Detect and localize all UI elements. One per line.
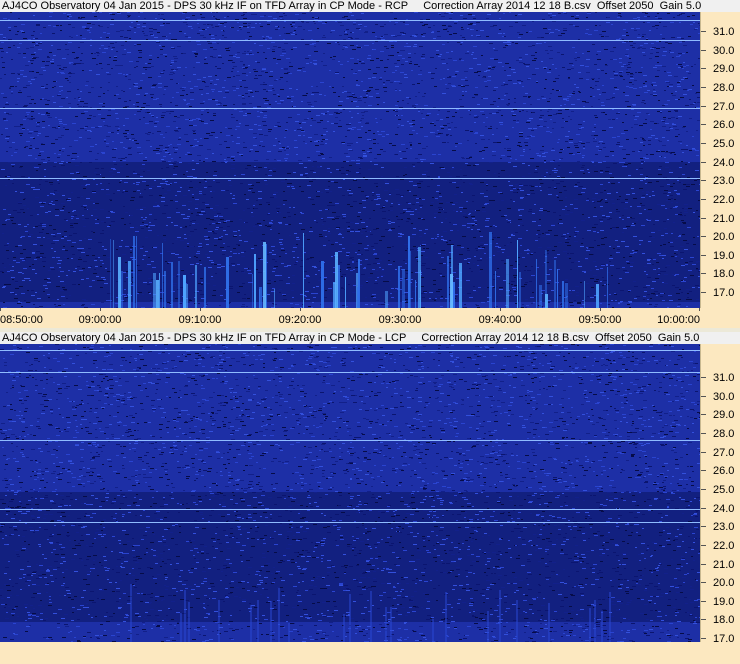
tick-mark [701,273,706,275]
time-tick-mark [300,308,301,311]
frequency-label: 30.0 [713,44,735,57]
interference-line [0,40,700,41]
interference-line [0,108,700,109]
tick-mark [701,638,706,640]
lcp-spectrogram [0,344,700,642]
tick-mark [701,31,706,32]
tick-mark [701,49,706,51]
time-label: 09:30:00 [378,314,422,326]
frequency-label: 29.0 [713,63,735,76]
frequency-label: 27.0 [713,446,735,459]
tick-mark [701,105,706,107]
lcp-title: AJ4CO Observatory 04 Jan 2015 - DPS 30 k… [0,332,740,344]
frequency-label: 25.0 [713,137,735,150]
tick-mark [701,180,706,182]
frequency-label: 23.0 [713,175,735,188]
tick-mark [701,432,706,434]
tick-mark [701,600,706,602]
frequency-label: 20.0 [713,577,735,590]
rcp-title: AJ4CO Observatory 04 Jan 2015 - DPS 30 k… [0,0,740,12]
frequency-label: 19.0 [713,249,735,262]
frequency-label: 24.0 [713,502,735,515]
frequency-label: 23.0 [713,521,735,534]
frequency-label: 18.0 [713,268,735,281]
rcp-frequency-axis: 31.0 30.0 29.0 28.0 27.0 26.0 25.0 24.0 23.0 22.0… [700,12,740,308]
frequency-label: 22.0 [713,193,735,206]
tick-mark [701,470,706,472]
lcp-panel: AJ4CO Observatory 04 Jan 2015 - DPS 30 k… [0,332,740,664]
frequency-label: 31.0 [713,26,735,38]
frequency-label: 30.0 [713,390,735,403]
time-label: 08:50:00 [0,314,43,326]
axis-corner-bottom [700,642,740,664]
time-label: 09:10:00 [178,314,222,326]
rcp-panel: AJ4CO Observatory 04 Jan 2015 - DPS 30 k… [0,0,740,330]
time-axis: 08:50:00 09:00:00 09:10:00 09:20:00 09:30:00… [0,308,700,328]
tick-mark [701,217,706,219]
tick-mark [701,619,706,621]
frequency-label: 21.0 [713,558,735,571]
frequency-label: 26.0 [713,465,735,478]
time-tick-mark [100,308,101,311]
time-tick-mark [600,308,601,311]
time-tick-mark [500,308,501,311]
tick-mark [701,254,706,256]
frequency-label: 27.0 [713,100,735,113]
tick-mark [701,142,706,144]
tick-mark [701,292,706,294]
tick-mark [701,377,706,378]
frequency-label: 17.0 [713,287,735,300]
frequency-label: 26.0 [713,119,735,132]
frequency-label: 18.0 [713,614,735,627]
frequency-label: 25.0 [713,483,735,496]
frequency-label: 20.0 [713,231,735,244]
frequency-label: 21.0 [713,212,735,225]
frequency-label: 29.0 [713,409,735,422]
time-label: 09:40:00 [478,314,522,326]
frequency-label: 19.0 [713,595,735,608]
lcp-bottom-strip [0,642,700,664]
tick-mark [701,414,706,416]
tick-mark [701,86,706,88]
tick-mark [701,582,706,584]
tick-mark [701,488,706,490]
frequency-label: 22.0 [713,539,735,552]
frequency-label: 24.0 [713,156,735,169]
tick-mark [701,544,706,546]
tick-mark [701,451,706,453]
frequency-label: 31.0 [713,372,735,384]
tick-mark [701,236,706,238]
interference-line [0,522,700,523]
interference-line [0,372,700,373]
interference-line [0,440,700,441]
axis-corner [700,308,740,328]
tick-mark [701,161,706,163]
tick-mark [701,395,706,397]
time-label: 09:50:00 [578,314,622,326]
tick-mark [701,68,706,70]
time-tick-mark [200,308,201,311]
time-label: 10:00:00 [657,314,700,326]
tick-mark [701,563,706,565]
time-label: 09:20:00 [278,314,322,326]
frequency-label: 28.0 [713,81,735,94]
time-label: 09:00:00 [78,314,122,326]
interference-line [0,509,700,510]
rcp-spectrogram [0,12,700,308]
time-tick-mark [0,308,1,311]
interference-line [0,178,700,179]
tick-mark [701,198,706,200]
tick-mark [701,526,706,528]
tick-mark [701,124,706,126]
interference-line [0,20,700,21]
tick-mark [701,507,706,509]
lcp-frequency-axis: 31.0 30.0 29.0 28.0 27.0 26.0 25.0 24.0 23.0 22.0… [700,344,740,645]
interference-line [0,350,700,351]
time-tick-mark [400,308,401,311]
frequency-label: 28.0 [713,427,735,440]
